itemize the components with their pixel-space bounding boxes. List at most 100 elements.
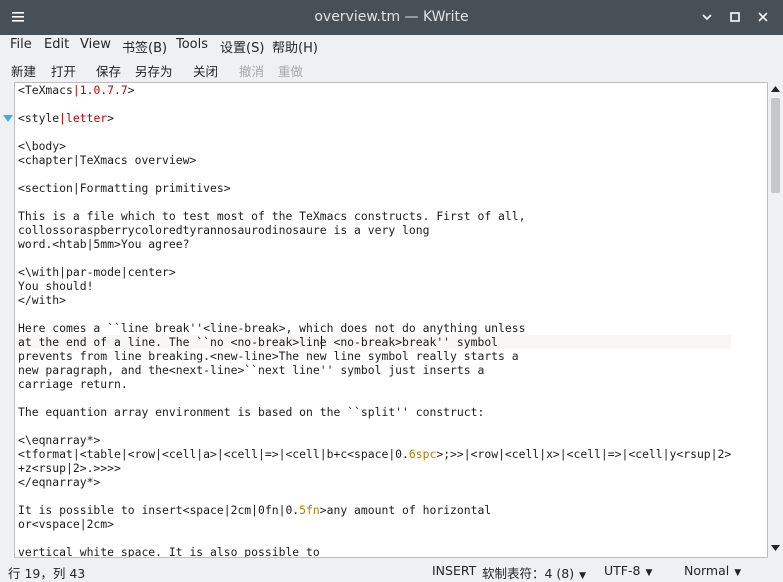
code-line[interactable]: <\eqnarray*> <box>18 433 731 447</box>
code-line[interactable] <box>18 125 731 139</box>
code-line[interactable]: <\with|par-mode|center> <box>18 265 731 279</box>
code-token: It is possible to insert<space|2cm|0fn|0… <box>18 503 300 517</box>
scrollbar-thumb[interactable] <box>771 98 780 193</box>
chevron-down-icon: ▼ <box>645 568 653 578</box>
code-token: |letter <box>59 111 108 125</box>
code-token: </eqnarray*> <box>18 475 101 489</box>
code-line[interactable]: You should! <box>18 279 731 293</box>
fold-arrow-icon[interactable] <box>3 115 13 123</box>
scroll-up-arrow-icon[interactable] <box>771 86 780 92</box>
code-line[interactable]: carriage return. <box>18 377 731 391</box>
code-token: > <box>127 83 135 97</box>
status-bar: 行 19，列 43 INSERT 软制表符：4 (8) ▼ UTF-8 ▼ Norm… <box>0 559 783 582</box>
code-token: +z<rsup|2>.>>>> <box>18 461 121 475</box>
code-line[interactable]: new paragraph, and the<next-line>``next … <box>18 363 731 377</box>
encoding-selector[interactable]: UTF-8 ▼ <box>604 563 652 578</box>
code-line[interactable]: word.<htab|5mm>You agree? <box>18 237 731 251</box>
code-line[interactable] <box>18 419 731 433</box>
code-line[interactable]: <\body> <box>18 139 731 153</box>
text-cursor <box>321 336 322 349</box>
toolbar: 新建 打开 保存 另存为 关闭 撤消 重做 <box>0 57 783 81</box>
syntax-mode-label: Normal <box>684 563 730 578</box>
code-token: carriage return. <box>18 377 128 391</box>
title-bar: overview.tm — KWrite <box>0 0 783 35</box>
code-token: at the end of a line. The ``no <no-break… <box>18 335 499 349</box>
code-line[interactable]: </with> <box>18 293 731 307</box>
code-token: word.<htab|5mm>You agree? <box>18 237 190 251</box>
chevron-down-icon: ▼ <box>579 571 587 581</box>
code-token: The equantion array environment is based… <box>18 405 485 419</box>
save-as-button[interactable]: 另存为 <box>135 61 173 80</box>
vertical-scrollbar[interactable] <box>768 82 783 558</box>
cursor-position[interactable]: 行 19，列 43 <box>8 563 85 582</box>
code-line[interactable] <box>18 167 731 181</box>
code-line[interactable]: <section|Formatting primitives> <box>18 181 731 195</box>
tab-settings[interactable]: 软制表符：4 (8) ▼ <box>482 563 586 582</box>
code-line[interactable]: </eqnarray*> <box>18 475 731 489</box>
code-token: collossoraspberrycoloredtyrannosaurodino… <box>18 223 430 237</box>
code-line[interactable]: vertical white space. It is also possibl… <box>18 545 731 558</box>
close-icon[interactable] <box>755 9 771 25</box>
code-token: <\with|par-mode|center> <box>18 265 176 279</box>
redo-button[interactable]: 重做 <box>278 61 303 80</box>
code-line[interactable]: <tformat|<table|<row|<cell|a>|<cell|=>|<… <box>18 447 731 461</box>
code-token: <\body> <box>18 139 67 153</box>
menu-file[interactable]: File <box>10 37 32 52</box>
menu-bookmarks[interactable]: 书签(B) <box>122 37 167 56</box>
code-token: prevents from line breaking.<new-line>Th… <box>18 349 519 363</box>
code-token: This is a file which to test most of the… <box>18 209 526 223</box>
menu-edit[interactable]: Edit <box>44 37 69 52</box>
input-mode[interactable]: INSERT <box>432 563 476 578</box>
menu-view[interactable]: View <box>80 37 111 52</box>
scroll-down-arrow-icon[interactable] <box>771 545 780 551</box>
code-token: <section|Formatting primitives> <box>18 181 231 195</box>
code-line[interactable]: collossoraspberrycoloredtyrannosaurodino… <box>18 223 731 237</box>
code-token: 5fn <box>299 503 320 517</box>
chevron-down-icon: ▼ <box>734 568 742 578</box>
code-line[interactable] <box>18 531 731 545</box>
code-token: Here comes a ``line break''<line-break>,… <box>18 321 526 335</box>
code-line[interactable]: at the end of a line. The ``no <no-break… <box>18 335 732 349</box>
code-line[interactable]: <chapter|TeXmacs overview> <box>18 153 731 167</box>
code-line[interactable]: <TeXmacs|1.0.7.7> <box>18 83 731 97</box>
code-line[interactable]: Here comes a ``line break''<line-break>,… <box>18 321 731 335</box>
code-line[interactable]: <style|letter> <box>18 111 731 125</box>
code-token: You should! <box>18 279 94 293</box>
code-token: vertical white space. It is also possibl… <box>18 545 320 558</box>
minimize-icon[interactable] <box>699 9 715 25</box>
menu-tools[interactable]: Tools <box>176 37 208 52</box>
code-token: new paragraph, and the<next-line>``next … <box>18 363 485 377</box>
text-editor[interactable]: <TeXmacs|1.0.7.7> <style|letter> <\body>… <box>14 82 768 558</box>
code-token: <\eqnarray*> <box>18 433 101 447</box>
open-button[interactable]: 打开 <box>51 61 76 80</box>
code-line[interactable] <box>18 97 731 111</box>
window-title: overview.tm — KWrite <box>314 9 469 25</box>
code-token: 6spc <box>408 447 437 461</box>
code-token: <chapter|TeXmacs overview> <box>18 153 197 167</box>
code-token: |1.0.7.7 <box>72 83 128 97</box>
code-line[interactable] <box>18 391 731 405</box>
menu-settings[interactable]: 设置(S) <box>220 37 264 56</box>
maximize-icon[interactable] <box>727 9 743 25</box>
save-button[interactable]: 保存 <box>96 61 121 80</box>
code-line[interactable] <box>18 195 731 209</box>
undo-button[interactable]: 撤消 <box>239 61 264 80</box>
syntax-mode-selector[interactable]: Normal ▼ <box>684 563 741 578</box>
code-line[interactable]: +z<rsup|2>.>>>> <box>18 461 731 475</box>
menu-help[interactable]: 帮助(H) <box>272 37 318 56</box>
code-line[interactable]: prevents from line breaking.<new-line>Th… <box>18 349 731 363</box>
menu-bar: File Edit View 书签(B) Tools 设置(S) 帮助(H) <box>0 35 783 56</box>
code-line[interactable]: or<vspace|2cm> <box>18 517 731 531</box>
code-token: > <box>107 111 115 125</box>
close-button[interactable]: 关闭 <box>193 61 218 80</box>
editor-text[interactable]: <TeXmacs|1.0.7.7> <style|letter> <\body>… <box>18 83 732 558</box>
new-button[interactable]: 新建 <box>11 61 36 80</box>
encoding-label: UTF-8 <box>604 563 641 578</box>
code-line[interactable] <box>18 307 731 321</box>
code-line[interactable]: The equantion array environment is based… <box>18 405 731 419</box>
code-token: or<vspace|2cm> <box>18 517 115 531</box>
code-line[interactable]: It is possible to insert<space|2cm|0fn|0… <box>18 503 731 517</box>
code-line[interactable] <box>18 489 731 503</box>
code-line[interactable] <box>18 251 731 265</box>
code-line[interactable]: This is a file which to test most of the… <box>18 209 731 223</box>
